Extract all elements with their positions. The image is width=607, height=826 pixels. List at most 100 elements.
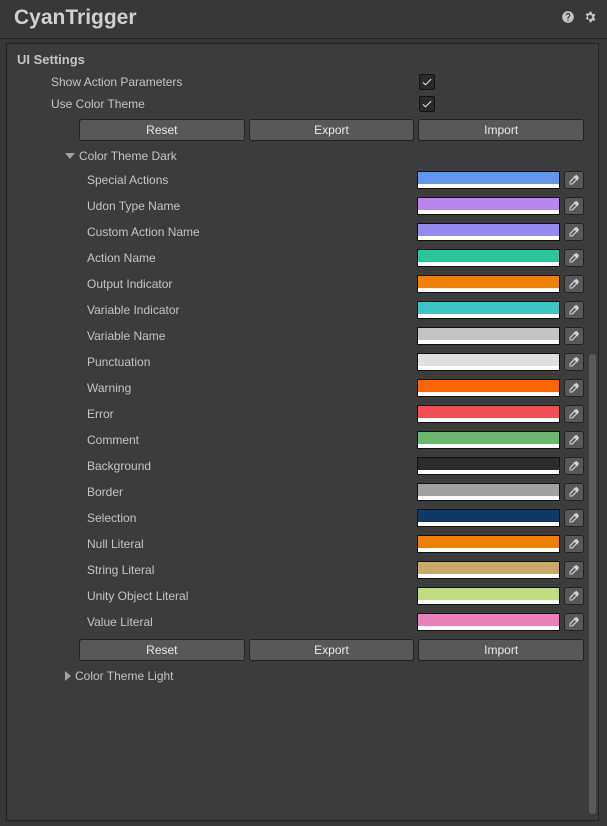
show-action-parameters-checkbox[interactable] bbox=[419, 74, 435, 90]
color-row: Comment bbox=[7, 427, 598, 453]
color-row: Variable Indicator bbox=[7, 297, 598, 323]
reset-button-bottom[interactable]: Reset bbox=[79, 639, 245, 661]
use-color-theme-row: Use Color Theme bbox=[7, 93, 598, 115]
color-field[interactable] bbox=[417, 249, 560, 267]
color-label: Warning bbox=[7, 381, 417, 395]
alpha-bar bbox=[418, 236, 559, 240]
color-field[interactable] bbox=[417, 587, 560, 605]
color-label: Selection bbox=[7, 511, 417, 525]
alpha-bar bbox=[418, 340, 559, 344]
color-swatch bbox=[418, 276, 559, 288]
color-field[interactable] bbox=[417, 275, 560, 293]
eyedropper-icon[interactable] bbox=[564, 561, 584, 579]
color-swatch bbox=[418, 172, 559, 184]
color-field[interactable] bbox=[417, 379, 560, 397]
color-label: Punctuation bbox=[7, 355, 417, 369]
eyedropper-icon[interactable] bbox=[564, 327, 584, 345]
color-swatch bbox=[418, 432, 559, 444]
alpha-bar bbox=[418, 392, 559, 396]
button-row-top: Reset Export Import bbox=[7, 115, 598, 145]
header-icons bbox=[561, 10, 597, 27]
color-field[interactable] bbox=[417, 197, 560, 215]
color-swatch bbox=[418, 198, 559, 210]
eyedropper-icon[interactable] bbox=[564, 587, 584, 605]
color-field[interactable] bbox=[417, 483, 560, 501]
chevron-right-icon bbox=[65, 671, 71, 681]
color-field[interactable] bbox=[417, 561, 560, 579]
eyedropper-icon[interactable] bbox=[564, 457, 584, 475]
alpha-bar bbox=[418, 444, 559, 448]
eyedropper-icon[interactable] bbox=[564, 223, 584, 241]
gear-icon[interactable] bbox=[583, 10, 597, 27]
color-field[interactable] bbox=[417, 405, 560, 423]
eyedropper-icon[interactable] bbox=[564, 301, 584, 319]
eyedropper-icon[interactable] bbox=[564, 197, 584, 215]
color-swatch bbox=[418, 302, 559, 314]
color-field[interactable] bbox=[417, 535, 560, 553]
chevron-down-icon bbox=[65, 153, 75, 159]
color-label: Variable Indicator bbox=[7, 303, 417, 317]
color-label: Value Literal bbox=[7, 615, 417, 629]
color-swatch bbox=[418, 224, 559, 236]
color-label: Action Name bbox=[7, 251, 417, 265]
color-row: Udon Type Name bbox=[7, 193, 598, 219]
eyedropper-icon[interactable] bbox=[564, 171, 584, 189]
eyedropper-icon[interactable] bbox=[564, 613, 584, 631]
color-field[interactable] bbox=[417, 223, 560, 241]
color-field[interactable] bbox=[417, 431, 560, 449]
eyedropper-icon[interactable] bbox=[564, 535, 584, 553]
use-color-theme-checkbox[interactable] bbox=[419, 96, 435, 112]
color-row: Value Literal bbox=[7, 609, 598, 635]
scrollbar-thumb[interactable] bbox=[589, 354, 596, 814]
window-title: CyanTrigger bbox=[14, 6, 137, 30]
color-swatch bbox=[418, 484, 559, 496]
color-list: Special ActionsUdon Type NameCustom Acti… bbox=[7, 167, 598, 635]
eyedropper-icon[interactable] bbox=[564, 249, 584, 267]
section-title: UI Settings bbox=[7, 44, 598, 71]
color-field[interactable] bbox=[417, 353, 560, 371]
color-label: Border bbox=[7, 485, 417, 499]
color-label: Output Indicator bbox=[7, 277, 417, 291]
eyedropper-icon[interactable] bbox=[564, 379, 584, 397]
color-label: Null Literal bbox=[7, 537, 417, 551]
eyedropper-icon[interactable] bbox=[564, 353, 584, 371]
color-field[interactable] bbox=[417, 613, 560, 631]
color-swatch bbox=[418, 562, 559, 574]
color-field[interactable] bbox=[417, 171, 560, 189]
eyedropper-icon[interactable] bbox=[564, 405, 584, 423]
alpha-bar bbox=[418, 262, 559, 266]
color-label: Special Actions bbox=[7, 173, 417, 187]
color-swatch bbox=[418, 328, 559, 340]
eyedropper-icon[interactable] bbox=[564, 483, 584, 501]
color-field[interactable] bbox=[417, 457, 560, 475]
export-button[interactable]: Export bbox=[249, 119, 415, 141]
import-button[interactable]: Import bbox=[418, 119, 584, 141]
color-swatch bbox=[418, 614, 559, 626]
color-label: Comment bbox=[7, 433, 417, 447]
color-theme-light-foldout[interactable]: Color Theme Light bbox=[7, 665, 598, 687]
alpha-bar bbox=[418, 548, 559, 552]
alpha-bar bbox=[418, 600, 559, 604]
eyedropper-icon[interactable] bbox=[564, 509, 584, 527]
help-icon[interactable] bbox=[561, 10, 575, 27]
show-action-parameters-label: Show Action Parameters bbox=[7, 75, 367, 89]
alpha-bar bbox=[418, 184, 559, 188]
color-theme-dark-foldout[interactable]: Color Theme Dark bbox=[7, 145, 598, 167]
alpha-bar bbox=[418, 496, 559, 500]
scrollbar[interactable] bbox=[588, 44, 597, 820]
eyedropper-icon[interactable] bbox=[564, 275, 584, 293]
content-panel: UI Settings Show Action Parameters Use C… bbox=[6, 43, 599, 821]
color-swatch bbox=[418, 354, 559, 366]
color-field[interactable] bbox=[417, 301, 560, 319]
color-theme-light-label: Color Theme Light bbox=[75, 669, 174, 683]
color-field[interactable] bbox=[417, 509, 560, 527]
color-swatch bbox=[418, 510, 559, 522]
import-button-bottom[interactable]: Import bbox=[418, 639, 584, 661]
reset-button[interactable]: Reset bbox=[79, 119, 245, 141]
color-field[interactable] bbox=[417, 327, 560, 345]
eyedropper-icon[interactable] bbox=[564, 431, 584, 449]
export-button-bottom[interactable]: Export bbox=[249, 639, 415, 661]
alpha-bar bbox=[418, 366, 559, 370]
color-row: String Literal bbox=[7, 557, 598, 583]
alpha-bar bbox=[418, 314, 559, 318]
